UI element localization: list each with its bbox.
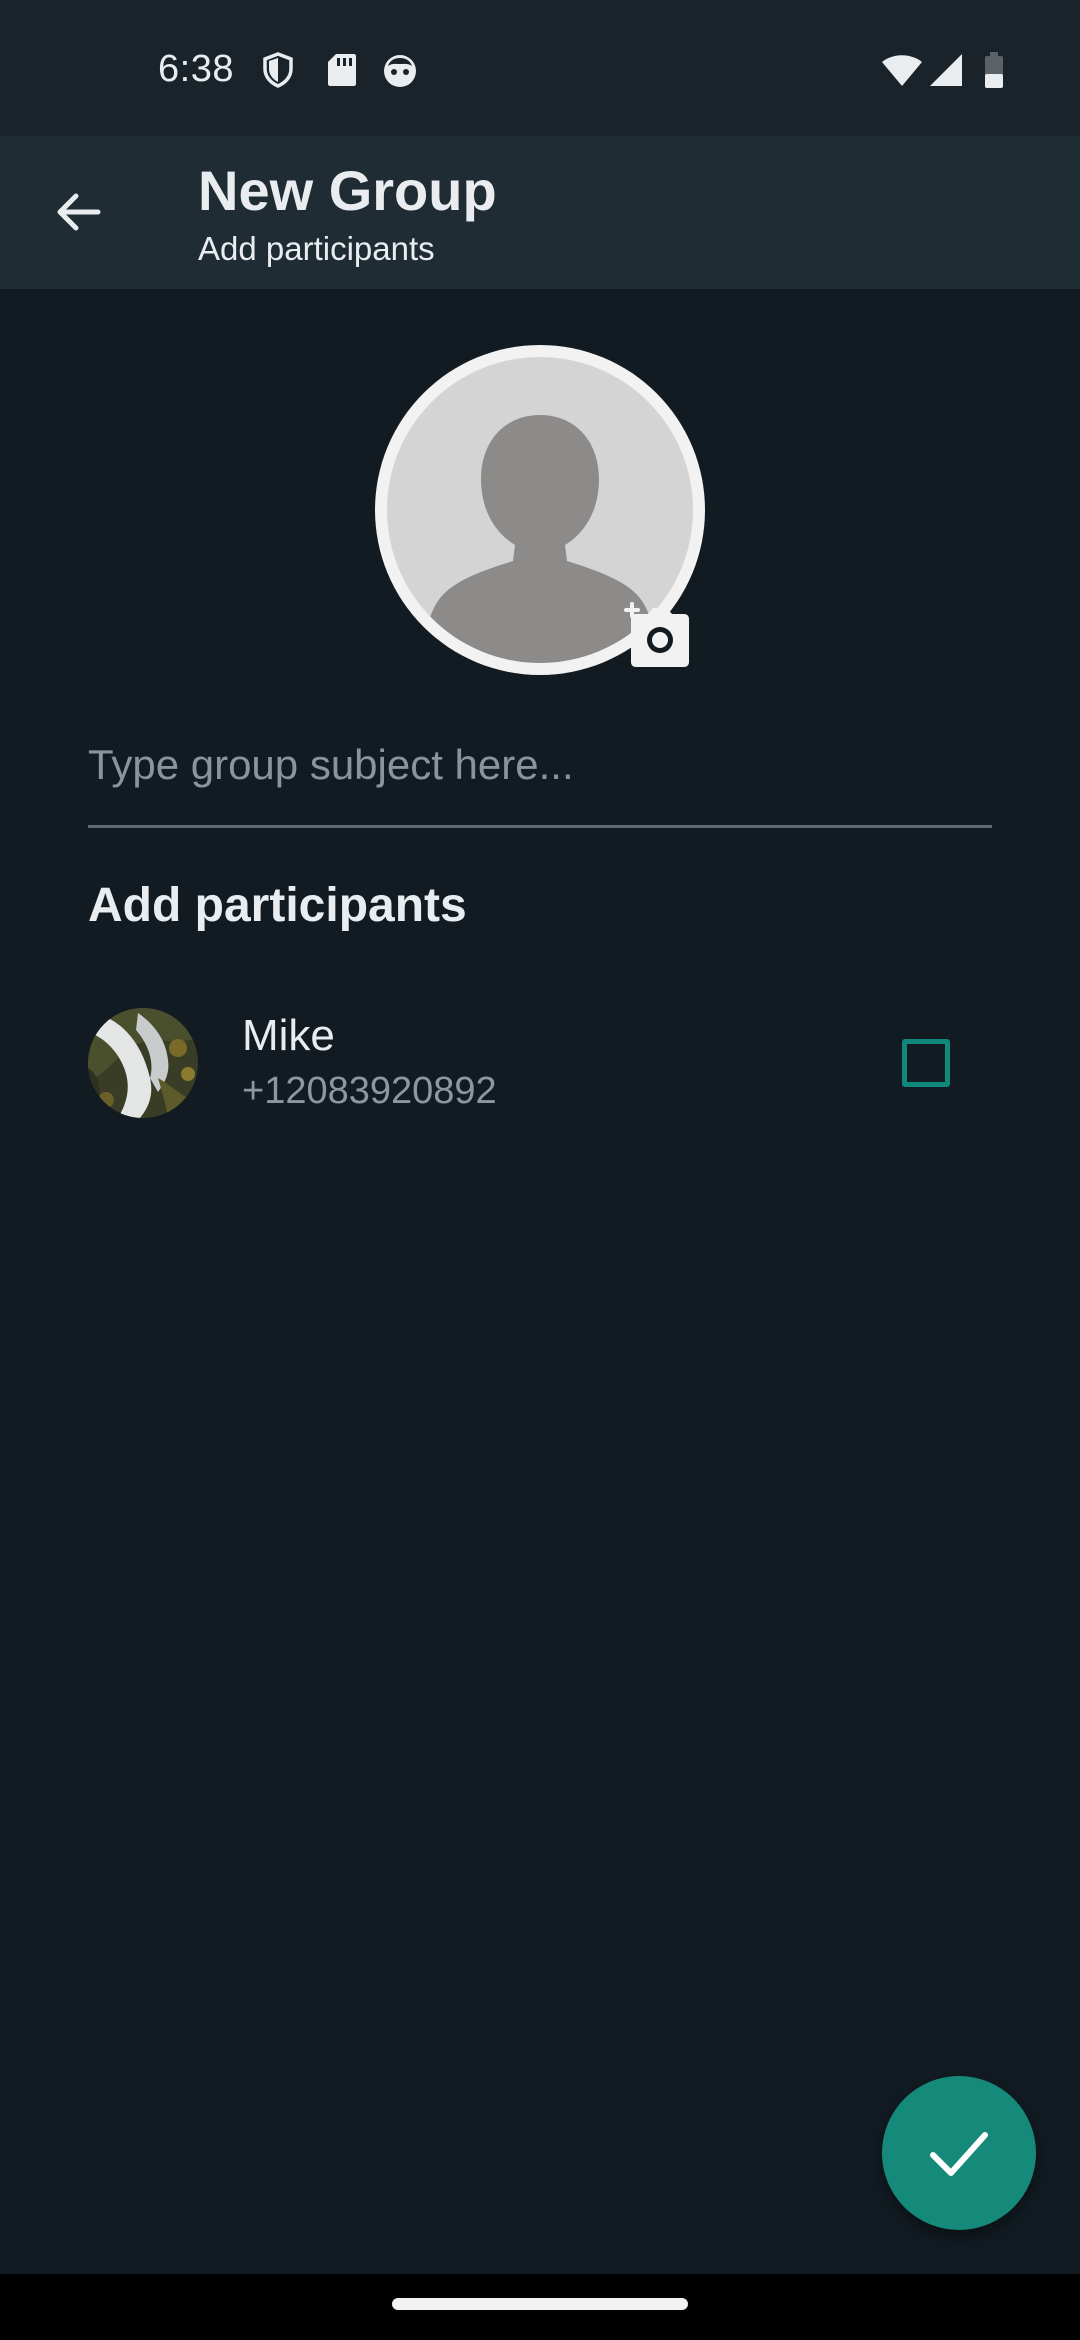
add-camera-icon[interactable] [622,602,696,670]
home-gesture-handle[interactable] [392,2298,688,2310]
status-time: 6:38 [158,48,234,90]
status-bar: 6:38 [0,0,1080,136]
app-bar: New Group Add participants [0,136,1080,289]
page-title: New Group [198,159,497,222]
contact-phone: +12083920892 [242,1070,497,1112]
participant-checkbox[interactable] [902,1039,950,1087]
battery-icon [985,52,1003,88]
avatar [88,1008,198,1118]
wifi-icon [882,55,922,86]
group-subject-input[interactable] [88,726,992,828]
assistant-face-icon [384,55,416,87]
participant-row[interactable]: Mike +12083920892 [0,995,1080,1130]
back-button[interactable] [36,170,120,254]
gesture-nav-bar [0,2274,1080,2340]
new-group-screen: 6:38 New Group Add participants Type gro… [0,0,1080,2340]
sd-card-icon [328,54,356,86]
check-icon [930,2132,988,2176]
arrow-back-icon [57,193,101,231]
cell-signal-icon [930,54,962,86]
contact-name: Mike [242,1011,335,1060]
contact-photo-image [88,1008,198,1118]
confirm-fab-button[interactable] [882,2076,1036,2230]
shield-icon [263,52,293,88]
page-subtitle: Add participants [198,230,435,267]
add-participants-header: Add participants [88,879,467,932]
